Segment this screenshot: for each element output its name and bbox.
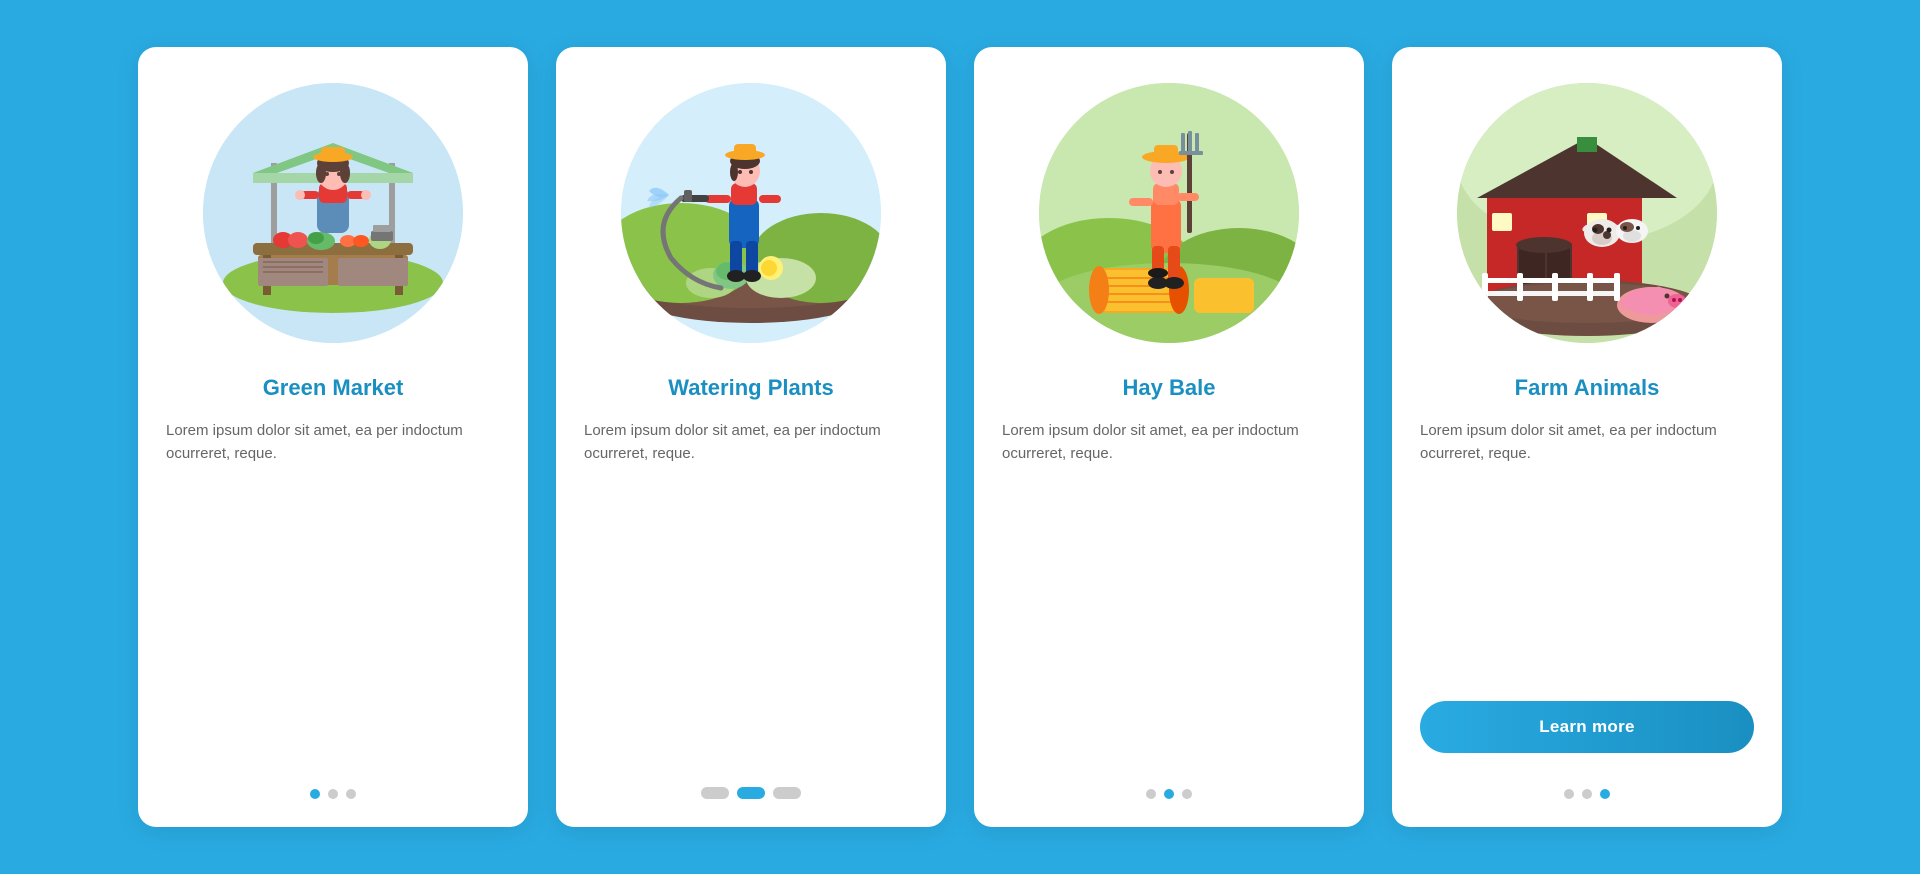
card-hay-bale: Hay Bale Lorem ipsum dolor sit amet, ea … xyxy=(974,47,1364,827)
dot-farm-1 xyxy=(1564,789,1574,799)
dot-toggle-3 xyxy=(773,787,801,799)
card-green-market: Green Market Lorem ipsum dolor sit amet,… xyxy=(138,47,528,827)
dot-toggle-2 xyxy=(737,787,765,799)
card-text-hay: Lorem ipsum dolor sit amet, ea per indoc… xyxy=(1002,419,1336,749)
dot-hay-1 xyxy=(1146,789,1156,799)
dots-hay xyxy=(1146,773,1192,799)
hay-bale-svg xyxy=(1039,83,1299,343)
card-title-green-market: Green Market xyxy=(263,375,404,401)
card-text-farm: Lorem ipsum dolor sit amet, ea per indoc… xyxy=(1420,419,1754,677)
illustration-hay xyxy=(1039,83,1299,343)
illustration-green-market xyxy=(203,83,463,343)
card-title-hay: Hay Bale xyxy=(1123,375,1216,401)
card-title-farm: Farm Animals xyxy=(1515,375,1660,401)
card-farm-animals: Farm Animals Lorem ipsum dolor sit amet,… xyxy=(1392,47,1782,827)
dot-hay-3 xyxy=(1182,789,1192,799)
dot-2 xyxy=(328,789,338,799)
dot-farm-3 xyxy=(1600,789,1610,799)
dots-green-market xyxy=(310,773,356,799)
dot-toggle-1 xyxy=(701,787,729,799)
cards-container: Green Market Lorem ipsum dolor sit amet,… xyxy=(78,7,1842,867)
card-text-watering: Lorem ipsum dolor sit amet, ea per indoc… xyxy=(584,419,918,747)
dot-3 xyxy=(346,789,356,799)
dot-farm-2 xyxy=(1582,789,1592,799)
illustration-watering xyxy=(621,83,881,343)
card-text-green-market: Lorem ipsum dolor sit amet, ea per indoc… xyxy=(166,419,500,749)
card-title-watering: Watering Plants xyxy=(668,375,833,401)
card-watering-plants: Watering Plants Lorem ipsum dolor sit am… xyxy=(556,47,946,827)
farm-animals-svg xyxy=(1457,83,1717,343)
green-market-svg xyxy=(203,83,463,343)
illustration-farm xyxy=(1457,83,1717,343)
learn-more-button[interactable]: Learn more xyxy=(1420,701,1754,753)
dot-hay-2 xyxy=(1164,789,1174,799)
watering-svg xyxy=(621,83,881,343)
dots-farm xyxy=(1564,773,1610,799)
dots-watering xyxy=(701,771,801,799)
dot-1 xyxy=(310,789,320,799)
